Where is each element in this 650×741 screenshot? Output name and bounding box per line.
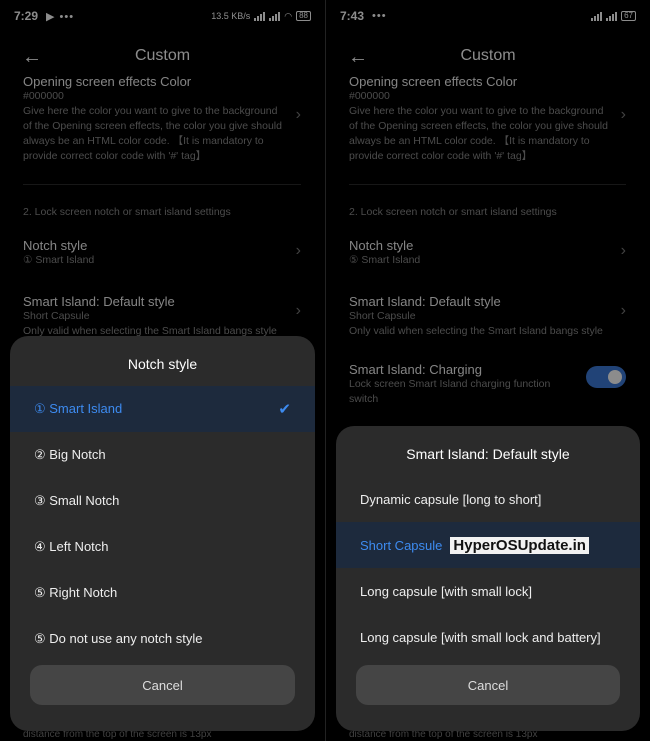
dialog-title: Smart Island: Default style (406, 446, 570, 462)
option-smart-island[interactable]: ① Smart Island ✔ (10, 386, 315, 432)
option-right-notch[interactable]: ⑤ Right Notch (10, 570, 315, 616)
option-label: ⑤ Right Notch (34, 585, 118, 600)
option-label: Dynamic capsule [long to short] (360, 491, 542, 507)
option-label: ② Big Notch (34, 447, 106, 462)
option-label: ③ Small Notch (34, 493, 120, 508)
notch-style-dialog: Notch style ① Smart Island ✔ ② Big Notch… (10, 336, 315, 731)
option-label: ① Smart Island (34, 401, 123, 416)
option-label: Long capsule [with small lock and batter… (360, 629, 601, 645)
left-screen: 7:29 ▶ ••• 13.5 KB/s ◠ 88 ← Custom Openi… (0, 0, 325, 741)
cancel-button[interactable]: Cancel (356, 665, 620, 705)
option-long-capsule-lock-battery[interactable]: Long capsule [with small lock and batter… (336, 614, 640, 660)
option-big-notch[interactable]: ② Big Notch (10, 432, 315, 478)
right-screen: 7:43 ••• 67 ← Custom Opening screen effe… (325, 0, 650, 741)
checkmark-icon: ✔ (278, 401, 291, 418)
cancel-button[interactable]: Cancel (30, 665, 295, 705)
option-long-capsule-lock[interactable]: Long capsule [with small lock] (336, 568, 640, 614)
option-label: Long capsule [with small lock] (360, 583, 532, 599)
option-label: ④ Left Notch (34, 539, 109, 554)
default-style-dialog: Smart Island: Default style Dynamic caps… (336, 426, 640, 731)
option-short-capsule[interactable]: Short Capsule HyperOSUpdate.in (336, 522, 640, 568)
option-left-notch[interactable]: ④ Left Notch (10, 524, 315, 570)
option-no-notch[interactable]: ⑤ Do not use any notch style (10, 616, 315, 662)
option-dynamic-capsule[interactable]: Dynamic capsule [long to short] (336, 476, 640, 522)
option-label: Short Capsule (360, 537, 443, 553)
dialog-title: Notch style (127, 356, 198, 372)
option-small-notch[interactable]: ③ Small Notch (10, 478, 315, 524)
watermark: HyperOSUpdate.in (450, 536, 589, 554)
option-label: ⑤ Do not use any notch style (34, 631, 203, 646)
